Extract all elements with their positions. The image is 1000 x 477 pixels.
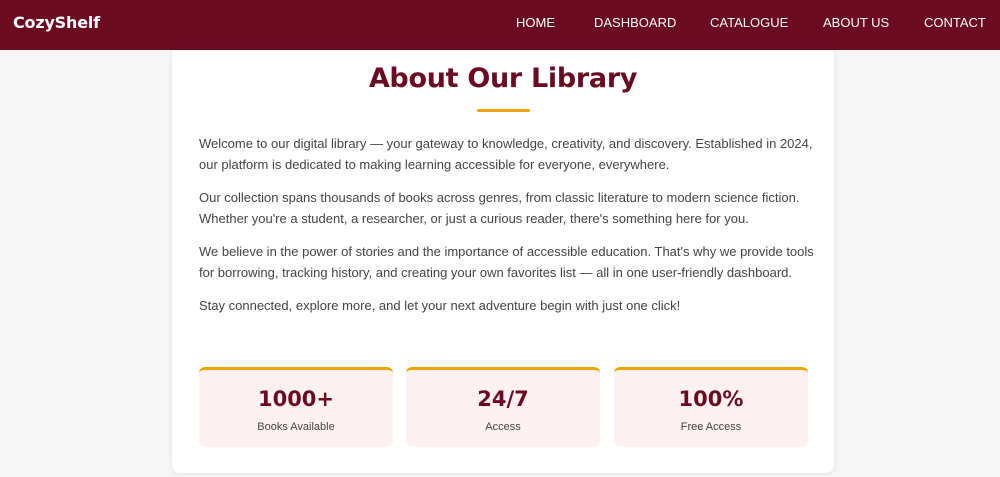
nav-about-link[interactable]: ABOUT US [823,15,889,31]
page-title: About Our Library [368,63,638,94]
stat-value: 100% [678,387,744,411]
about-card: About Our Library Welcome to our digital… [172,50,834,473]
about-paragraph: Stay connected, explore more, and let yo… [199,298,681,313]
top-navbar: CozyShelf HOME DASHBOARD CATALOGUE ABOUT… [0,0,1000,50]
stat-card-books: 1000+ Books Available [199,367,393,447]
stat-label: Access [485,421,521,433]
nav-dashboard-link[interactable]: DASHBOARD [594,15,676,31]
about-text: Welcome to our digital library — your ga… [199,133,814,328]
nav-contact-link[interactable]: CONTACT [924,15,986,31]
stats-row: 1000+ Books Available 24/7 Access 100% F… [199,367,809,447]
stat-card-free: 100% Free Access [614,367,808,447]
title-underline [477,109,530,112]
stat-value: 1000+ [257,387,335,411]
stat-card-access: 24/7 Access [406,367,600,447]
stat-label: Free Access [680,421,742,433]
about-paragraph: We believe in the power of stories and t… [199,244,814,280]
nav-catalogue-link[interactable]: CATALOGUE [710,15,788,31]
about-paragraph: Welcome to our digital library — your ga… [199,136,813,172]
nav-home-link[interactable]: HOME [516,15,555,31]
nav-links: HOME DASHBOARD CATALOGUE ABOUT US CONTAC… [0,15,1000,35]
stat-label: Books Available [257,421,335,433]
about-paragraph: Our collection spans thousands of books … [199,190,800,226]
stat-value: 24/7 [477,387,529,411]
